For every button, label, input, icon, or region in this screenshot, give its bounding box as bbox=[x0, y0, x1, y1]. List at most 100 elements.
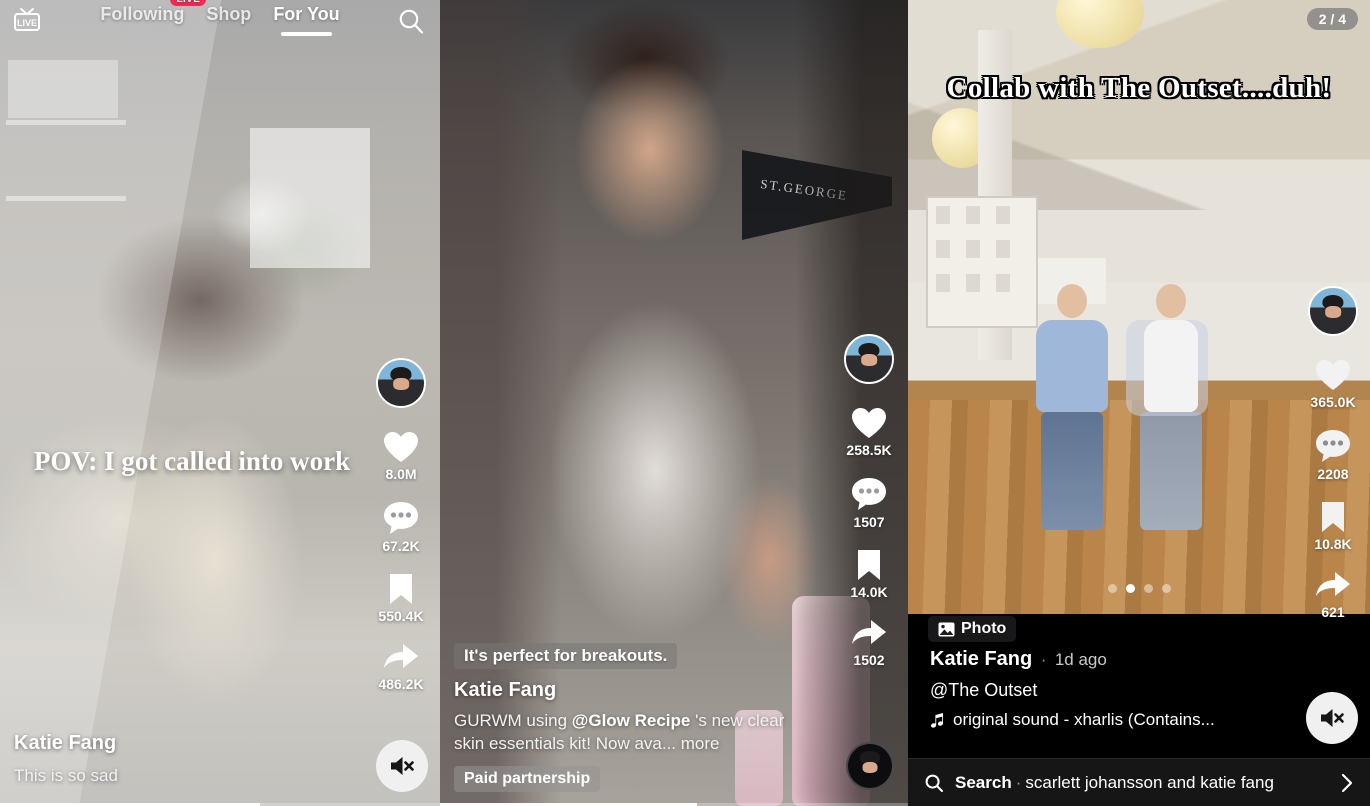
bookmark-button-2[interactable]: 14.0K bbox=[850, 548, 888, 600]
video-panel-3[interactable]: 2 / 4 Collab with The Outset....duh! 365… bbox=[908, 0, 1370, 806]
sound-title-3: original sound - xharlis (Contains... bbox=[953, 710, 1215, 729]
share-button-3[interactable]: 621 bbox=[1314, 570, 1352, 620]
video-background-1 bbox=[0, 0, 440, 806]
pennant-text: ST.GEORGE bbox=[759, 175, 849, 204]
bookmark-count-2: 14.0K bbox=[850, 584, 888, 600]
video-panel-2[interactable]: ST.GEORGE 258.5K 1507 14.0K 1502 It's pe… bbox=[440, 0, 908, 806]
share-count-1: 486.2K bbox=[378, 676, 424, 692]
like-count-3: 365.0K bbox=[1310, 394, 1356, 410]
comment-count-3: 2208 bbox=[1317, 466, 1349, 482]
tab-for-you-label: For You bbox=[273, 4, 340, 24]
bookmark-button-1[interactable]: 550.4K bbox=[378, 572, 424, 624]
paid-partnership-badge: Paid partnership bbox=[454, 766, 601, 792]
tab-following-label: Following bbox=[100, 4, 185, 24]
video-panel-1[interactable]: LIVE Following LIVE Shop For You bbox=[0, 0, 440, 806]
top-navigation: LIVE Following LIVE Shop For You bbox=[0, 0, 440, 42]
tab-for-you[interactable]: For You bbox=[273, 4, 340, 36]
tab-following[interactable]: Following LIVE bbox=[100, 0, 207, 25]
share-icon bbox=[382, 642, 420, 674]
like-button-3[interactable]: 365.0K bbox=[1310, 358, 1356, 410]
action-rail-2: 258.5K 1507 14.0K 1502 bbox=[844, 334, 894, 686]
video-description-1: This is so sad bbox=[14, 766, 118, 786]
video-info-1: Katie Fang This is so sad bbox=[14, 732, 118, 788]
comment-button-1[interactable]: 67.2K bbox=[382, 500, 420, 554]
carousel-dot[interactable] bbox=[1161, 584, 1171, 593]
share-count-2: 1502 bbox=[853, 652, 885, 668]
bookmark-icon bbox=[855, 548, 883, 582]
creator-name-1[interactable]: Katie Fang bbox=[14, 732, 118, 755]
bookmark-icon bbox=[1319, 500, 1347, 534]
heart-icon bbox=[1314, 358, 1352, 392]
sound-row-3[interactable]: original sound - xharlis (Contains... bbox=[930, 710, 1286, 730]
search-query: scarlett johansson and katie fang bbox=[1025, 772, 1274, 792]
comment-button-2[interactable]: 1507 bbox=[850, 476, 888, 530]
comment-icon bbox=[1314, 428, 1352, 464]
search-separator: · bbox=[1015, 772, 1022, 792]
live-badge: LIVE bbox=[170, 0, 207, 6]
like-count-1: 8.0M bbox=[385, 466, 417, 482]
bookmark-count-1: 550.4K bbox=[378, 608, 424, 624]
carousel-dots[interactable] bbox=[908, 584, 1370, 593]
video-overlay-text-3: Collab with The Outset....duh! bbox=[946, 72, 1332, 104]
mention-link-2[interactable]: @Glow Recipe bbox=[572, 711, 691, 730]
video-caption-2: It's perfect for breakouts. bbox=[454, 643, 678, 670]
description-pre: GURWM using bbox=[454, 711, 572, 731]
nav-tabs: Following LIVE Shop For You bbox=[0, 0, 440, 36]
action-rail-3: 365.0K 2208 10.8K 621 bbox=[1308, 286, 1358, 638]
comment-icon bbox=[382, 500, 420, 536]
creator-avatar-2[interactable] bbox=[844, 334, 894, 384]
tab-shop[interactable]: Shop bbox=[206, 4, 251, 25]
bookmark-count-3: 10.8K bbox=[1314, 536, 1352, 552]
comment-button-3[interactable]: 2208 bbox=[1314, 428, 1352, 482]
person-right bbox=[1126, 284, 1208, 530]
profile-thumbnail-2[interactable] bbox=[846, 742, 894, 790]
heart-icon bbox=[850, 406, 888, 440]
mute-button-1[interactable] bbox=[376, 740, 428, 792]
creator-avatar-1[interactable] bbox=[376, 358, 426, 408]
creator-name-3[interactable]: Katie Fang bbox=[930, 648, 1032, 670]
share-icon bbox=[850, 618, 888, 650]
carousel-dot[interactable] bbox=[1143, 584, 1153, 593]
carousel-dot-active[interactable] bbox=[1125, 584, 1135, 593]
chevron-right-icon[interactable] bbox=[1340, 772, 1354, 794]
mute-button-3[interactable] bbox=[1306, 692, 1358, 744]
timestamp-3: 1d ago bbox=[1054, 650, 1107, 669]
search-bar[interactable]: Search · scarlett johansson and katie fang bbox=[908, 758, 1370, 806]
share-button-1[interactable]: 486.2K bbox=[378, 642, 424, 692]
tab-shop-label: Shop bbox=[206, 4, 252, 24]
like-button-1[interactable]: 8.0M bbox=[382, 430, 420, 482]
mention-link-3[interactable]: @The Outset bbox=[930, 680, 1286, 701]
search-icon bbox=[924, 773, 944, 793]
share-icon bbox=[1314, 570, 1352, 602]
meta-separator: · bbox=[1040, 650, 1047, 669]
carousel-dot[interactable] bbox=[1107, 584, 1117, 593]
pennant-decor: ST.GEORGE bbox=[742, 150, 892, 240]
photo-board-decor bbox=[926, 196, 1038, 328]
search-text: Search · scarlett johansson and katie fang bbox=[955, 773, 1329, 793]
speaker-muted-icon bbox=[1318, 706, 1346, 730]
action-rail-1: 8.0M 67.2K 550.4K 486.2K bbox=[376, 358, 426, 710]
photo-badge: Photo bbox=[928, 616, 1017, 642]
comment-count-2: 1507 bbox=[853, 514, 885, 530]
heart-icon bbox=[382, 430, 420, 464]
creator-line-3: Katie Fang · 1d ago bbox=[930, 648, 1286, 671]
video-description-2: GURWM using @Glow Recipe 's new clear sk… bbox=[454, 710, 788, 756]
video-info-3: Katie Fang · 1d ago @The Outset original… bbox=[930, 648, 1286, 730]
person-left bbox=[1036, 284, 1108, 530]
carousel-pager: 2 / 4 bbox=[1306, 8, 1358, 30]
search-icon[interactable] bbox=[396, 6, 426, 36]
comment-count-1: 67.2K bbox=[382, 538, 420, 554]
wood-floor bbox=[908, 400, 1370, 614]
bookmark-button-3[interactable]: 10.8K bbox=[1314, 500, 1352, 552]
comment-icon bbox=[850, 476, 888, 512]
like-button-2[interactable]: 258.5K bbox=[846, 406, 892, 458]
bookmark-icon bbox=[387, 572, 415, 606]
share-button-2[interactable]: 1502 bbox=[850, 618, 888, 668]
speaker-muted-icon bbox=[388, 754, 416, 778]
photo-badge-label: Photo bbox=[961, 620, 1007, 637]
music-note-icon bbox=[930, 712, 945, 729]
video-overlay-text-1: POV: I got called into work bbox=[33, 446, 351, 476]
share-count-3: 621 bbox=[1321, 604, 1345, 620]
creator-avatar-3[interactable] bbox=[1308, 286, 1358, 336]
creator-name-2[interactable]: Katie Fang bbox=[454, 679, 788, 702]
